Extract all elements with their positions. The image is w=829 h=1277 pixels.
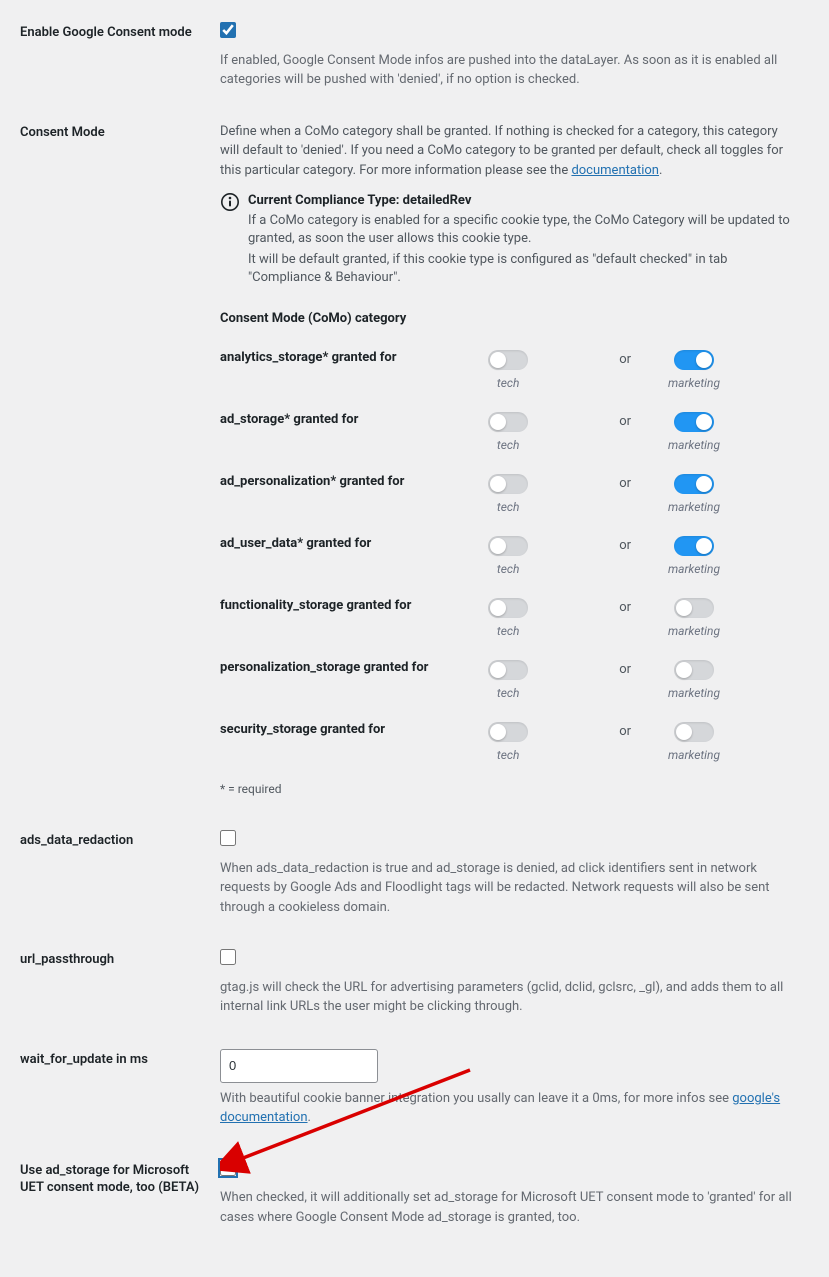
toggle-tech[interactable]	[488, 598, 528, 618]
como-row: personalization_storage granted for tech o…	[220, 650, 799, 712]
row-label-redaction: ads_data_redaction	[20, 818, 210, 937]
como-table: analytics_storage* granted fortechormark…	[220, 340, 799, 774]
toggle-tech-label: tech	[497, 436, 519, 454]
info-line1: If a CoMo category is enabled for a spec…	[248, 212, 799, 248]
info-box: Current Compliance Type: detailedRev If …	[220, 192, 799, 289]
como-row-label: ad_storage* granted for	[220, 402, 488, 464]
como-row-label: analytics_storage* granted for	[220, 340, 488, 402]
como-row: ad_personalization* granted for tech ormar…	[220, 464, 799, 526]
toggle-tech[interactable]	[488, 536, 528, 556]
enable-consent-desc: If enabled, Google Consent Mode infos ar…	[220, 51, 799, 90]
como-row: ad_storage* granted for tech ormarketing	[220, 402, 799, 464]
row-label-enable: Enable Google Consent mode	[20, 10, 210, 110]
como-row: functionality_storage granted for tech orm…	[220, 588, 799, 650]
info-icon	[220, 192, 240, 219]
toggle-tech[interactable]	[488, 412, 528, 432]
url-passthrough-checkbox[interactable]	[220, 949, 236, 965]
or-label: or	[619, 650, 668, 712]
toggle-marketing[interactable]	[674, 722, 714, 742]
toggle-tech[interactable]	[488, 350, 528, 370]
toggle-marketing-label: marketing	[668, 498, 720, 516]
row-label-passthrough: url_passthrough	[20, 937, 210, 1037]
or-label: or	[619, 588, 668, 650]
como-row-label: functionality_storage granted for	[220, 588, 488, 650]
toggle-tech-label: tech	[497, 498, 519, 516]
como-row: analytics_storage* granted for tech ormark…	[220, 340, 799, 402]
toggle-tech-label: tech	[497, 374, 519, 392]
enable-consent-checkbox[interactable]	[220, 22, 236, 38]
row-label-uet: Use ad_storage for Microsoft UET consent…	[20, 1148, 210, 1248]
toggle-tech[interactable]	[488, 722, 528, 742]
toggle-marketing-label: marketing	[668, 684, 720, 702]
toggle-marketing-label: marketing	[668, 560, 720, 578]
como-row-label: security_storage granted for	[220, 712, 488, 774]
ads-data-redaction-checkbox[interactable]	[220, 830, 236, 846]
row-label-wait: wait_for_update in ms	[20, 1037, 210, 1148]
or-label: or	[619, 712, 668, 774]
toggle-marketing-label: marketing	[668, 622, 720, 640]
como-row-label: ad_user_data* granted for	[220, 526, 488, 588]
settings-form: Enable Google Consent mode If enabled, G…	[20, 10, 809, 1247]
toggle-marketing-label: marketing	[668, 374, 720, 392]
consent-mode-desc: Define when a CoMo category shall be gra…	[220, 122, 799, 181]
uet-desc: When checked, it will additionally set a…	[220, 1188, 799, 1227]
wait-for-update-input[interactable]	[220, 1049, 378, 1083]
como-row: ad_user_data* granted for tech ormarketing	[220, 526, 799, 588]
como-row: security_storage granted for tech ormarket…	[220, 712, 799, 774]
toggle-marketing[interactable]	[674, 536, 714, 556]
uet-ad-storage-checkbox[interactable]	[220, 1160, 236, 1176]
como-row-label: personalization_storage granted for	[220, 650, 488, 712]
or-label: or	[619, 464, 668, 526]
ads-data-redaction-desc: When ads_data_redaction is true and ad_s…	[220, 859, 799, 918]
or-label: or	[619, 526, 668, 588]
or-label: or	[619, 340, 668, 402]
toggle-marketing[interactable]	[674, 412, 714, 432]
wait-for-update-desc: With beautiful cookie banner integration…	[220, 1089, 799, 1128]
como-heading: Consent Mode (CoMo) category	[220, 309, 799, 329]
row-label-mode: Consent Mode	[20, 110, 210, 819]
toggle-marketing-label: marketing	[668, 436, 720, 454]
toggle-marketing-label: marketing	[668, 746, 720, 764]
info-line2: It will be default granted, if this cook…	[248, 251, 799, 287]
toggle-tech[interactable]	[488, 474, 528, 494]
toggle-marketing[interactable]	[674, 660, 714, 680]
toggle-tech-label: tech	[497, 746, 519, 764]
url-passthrough-desc: gtag.js will check the URL for advertisi…	[220, 978, 799, 1017]
como-row-label: ad_personalization* granted for	[220, 464, 488, 526]
toggle-tech[interactable]	[488, 660, 528, 680]
toggle-tech-label: tech	[497, 560, 519, 578]
required-footnote: * = required	[220, 780, 799, 798]
toggle-marketing[interactable]	[674, 598, 714, 618]
documentation-link[interactable]: documentation	[571, 163, 659, 178]
toggle-marketing[interactable]	[674, 350, 714, 370]
or-label: or	[619, 402, 668, 464]
toggle-marketing[interactable]	[674, 474, 714, 494]
toggle-tech-label: tech	[497, 684, 519, 702]
toggle-tech-label: tech	[497, 622, 519, 640]
info-title: Current Compliance Type: detailedRev	[248, 193, 471, 208]
